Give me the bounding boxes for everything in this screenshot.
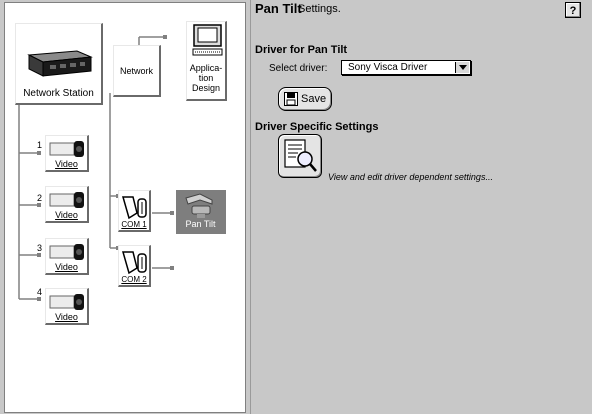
pan-tilt-label: Pan Tilt [185,219,216,229]
network-station-icon [27,50,93,77]
floppy-disk-icon [284,92,298,106]
driver-select[interactable]: Sony Visca Driver [341,60,471,75]
settings-panel: Pan Tilt Settings. ? Driver for Pan Tilt… [250,0,592,414]
save-label: Save [301,93,327,105]
serial-connector-icon [122,196,147,220]
magnifier-document-icon [284,139,317,172]
com-2-node[interactable]: COM 2 [118,245,151,287]
device-tree-panel: Network Station Network Applica- tion De… [4,2,246,413]
com-1-node[interactable]: COM 1 [118,190,151,232]
pan-tilt-node[interactable]: Pan Tilt [176,190,226,234]
app-window: Network Station Network Applica- tion De… [0,0,592,414]
driver-select-value: Sony Visca Driver [348,62,428,73]
camera-icon [49,244,84,260]
camera-icon [49,294,84,310]
save-button[interactable]: Save [278,87,332,111]
video-number: 3 [37,243,43,253]
video-1-node[interactable]: Video [45,135,89,172]
video-1-label: Video [55,159,78,169]
specific-section-title: Driver Specific Settings [255,121,379,133]
network-station-label: Network Station [23,88,94,99]
select-driver-label: Select driver: [269,63,328,74]
video-2-label: Video [55,210,78,220]
application-design-label: Applica- tion Design [189,63,223,93]
camera-icon [49,141,84,157]
video-4-node[interactable]: Video [45,288,89,325]
pan-tilt-icon [185,193,213,218]
driver-settings-button[interactable] [278,134,322,178]
video-2-node[interactable]: Video [45,186,89,223]
com-2-label: COM 2 [121,275,147,284]
network-station-node[interactable]: Network Station [15,23,103,105]
com-1-label: COM 1 [121,220,147,229]
video-number: 4 [37,287,43,297]
network-label: Network [119,66,153,76]
video-number: 2 [37,193,43,203]
driver-settings-description: View and edit driver dependent settings.… [328,172,493,182]
video-3-label: Video [55,262,78,272]
application-design-node[interactable]: Applica- tion Design [186,21,227,101]
title-suffix: Settings. [298,3,341,15]
device-title: Pan Tilt [255,1,302,16]
serial-connector-icon [122,251,147,275]
network-node[interactable]: Network [113,45,161,97]
video-number: 1 [37,140,43,150]
driver-section-title: Driver for Pan Tilt [255,44,348,56]
video-3-node[interactable]: Video [45,238,89,275]
camera-icon [49,192,84,208]
computer-icon [192,24,223,56]
help-button[interactable]: ? [565,2,581,18]
video-4-label: Video [55,312,78,322]
chevron-down-icon[interactable] [455,62,469,73]
